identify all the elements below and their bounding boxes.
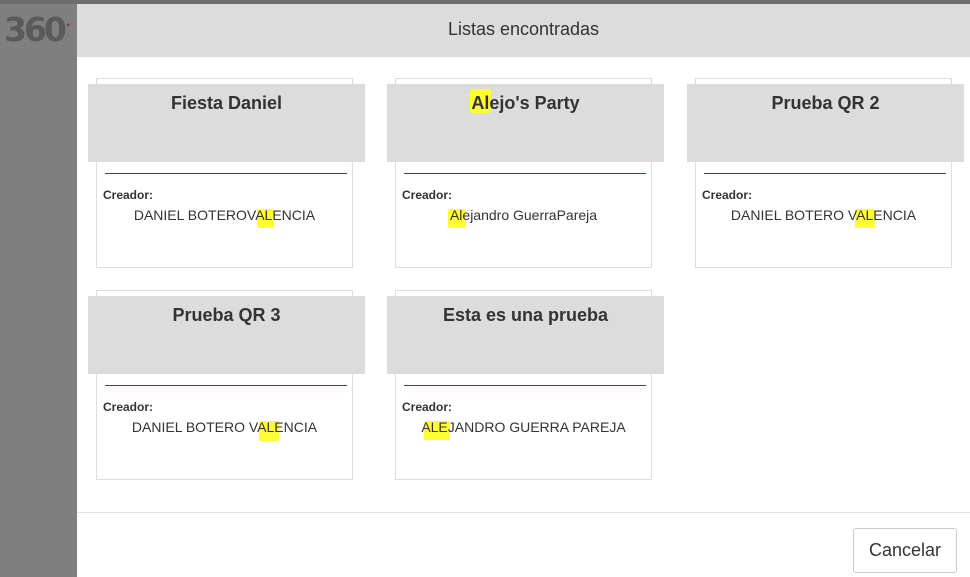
creator-label: Creador: — [402, 188, 453, 202]
card-separator — [105, 385, 347, 386]
creator-label: Creador: — [103, 400, 154, 414]
creator-label: Creador: — [103, 188, 154, 202]
card-title: Esta es una prueba — [442, 305, 609, 325]
app-logo: 360 ° — [4, 12, 74, 48]
dialog-footer-divider — [77, 512, 970, 513]
lists-found-dialog: Listas encontradas Fiesta Daniel Creador… — [77, 4, 970, 577]
creator-name: Alejandro GuerraPareja — [449, 207, 598, 223]
card-header: Esta es una prueba — [387, 296, 664, 374]
card-title: Alejo's Party — [471, 93, 580, 113]
creator-name: DANIEL BOTERO VALENCIA — [730, 207, 917, 223]
creator-label: Creador: — [402, 400, 453, 414]
card-separator — [704, 173, 946, 174]
list-card-fiesta-daniel[interactable]: Fiesta Daniel Creador: DANIEL BOTEROVALE… — [88, 78, 365, 268]
list-card-esta-es-una-prueba[interactable]: Esta es una prueba Creador: ALEJANDRO GU… — [387, 290, 664, 480]
card-separator — [404, 173, 646, 174]
card-header: Prueba QR 3 — [88, 296, 365, 374]
dialog-title: Listas encontradas — [447, 19, 600, 39]
logo-mark: ° — [66, 23, 71, 33]
card-title: Prueba QR 2 — [771, 93, 880, 113]
card-header: Prueba QR 2 — [687, 84, 964, 162]
list-card-alejos-party[interactable]: Alejo's Party Creador: Alejandro GuerraP… — [387, 78, 664, 268]
card-separator — [105, 173, 347, 174]
creator-name: ALEJANDRO GUERRA PAREJA — [421, 419, 626, 435]
card-header: Alejo's Party — [387, 84, 664, 162]
app-sidebar-backdrop — [0, 0, 77, 577]
card-title: Fiesta Daniel — [170, 93, 283, 113]
list-card-prueba-qr-3[interactable]: Prueba QR 3 Creador: DANIEL BOTERO VALEN… — [88, 290, 365, 480]
creator-label: Creador: — [702, 188, 753, 202]
dialog-header: Listas encontradas — [77, 4, 970, 57]
cancel-button[interactable]: Cancelar — [853, 528, 957, 573]
card-separator — [404, 385, 646, 386]
creator-name: DANIEL BOTERO VALENCIA — [131, 419, 318, 435]
logo-text: 360 — [4, 10, 67, 49]
list-card-prueba-qr-2[interactable]: Prueba QR 2 Creador: DANIEL BOTERO VALEN… — [687, 78, 964, 268]
card-title: Prueba QR 3 — [172, 305, 281, 325]
creator-name: DANIEL BOTEROVALENCIA — [133, 207, 316, 223]
card-header: Fiesta Daniel — [88, 84, 365, 162]
